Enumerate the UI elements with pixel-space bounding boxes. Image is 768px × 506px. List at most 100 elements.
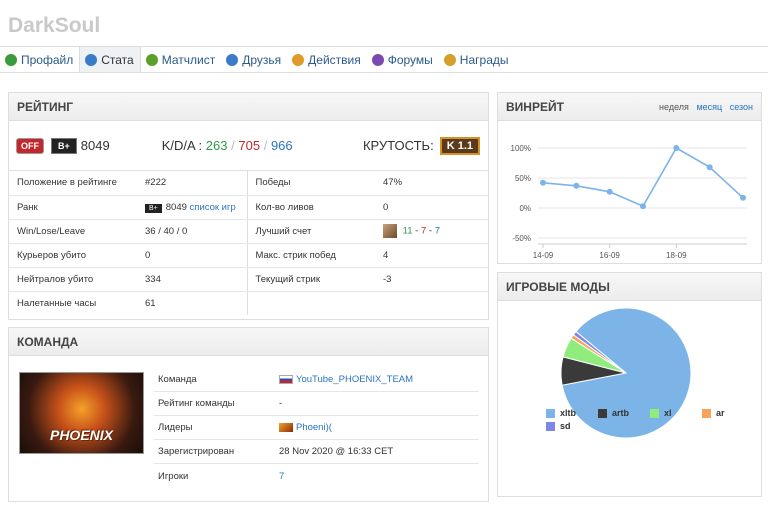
modes-title: ИГРОВЫЕ МОДЫ: [498, 273, 761, 301]
rating-table: Положение в рейтинге #222 Победы 47% Ран…: [9, 171, 488, 315]
winrate-point: [540, 179, 546, 186]
modes-panel: ИГРОВЫЕ МОДЫ xltb artb xl ar sd: [497, 272, 762, 497]
y-tick-label: 50%: [515, 174, 531, 183]
table-row: Ранк B+ 8049 список игр Кол-во ливов 0: [9, 195, 488, 220]
y-tick-label: 100%: [511, 144, 531, 153]
winrate-panel: ВИНРЕЙТ неделя месяц сезон 100% 50% 0% -50%…: [497, 92, 762, 264]
winrate-chart: 100% 50% 0% -50%14-09 16-09 18-09: [511, 144, 747, 260]
profile-icon: [5, 53, 17, 66]
winrate-point: [573, 182, 580, 189]
stat-value: 47%: [375, 171, 488, 196]
winrate-point: [673, 145, 680, 151]
team-logo-text: PHOENIX: [49, 427, 113, 443]
assists-value: 966: [270, 138, 293, 153]
stats-icon: [85, 53, 98, 66]
coolness: КРУТОСТЬ: K 1.1: [363, 136, 480, 155]
team-label: Зарегистрирован: [158, 446, 235, 457]
legend-item[interactable]: xltb: [546, 408, 598, 418]
stat-label: Текущий стрик: [247, 267, 375, 292]
legend-label: sd: [560, 421, 571, 431]
team-label: Лидеры: [158, 422, 193, 433]
x-tick-label: 16-09: [599, 251, 620, 260]
legend-label: xl: [664, 408, 672, 418]
kda-separator: /: [263, 138, 268, 153]
profile-nav: Профайл Стата Матчлист Друзья Действия Ф…: [0, 46, 768, 73]
tab-forums[interactable]: Форумы: [367, 47, 439, 72]
off-badge: OFF: [17, 138, 43, 153]
stat-value: 0: [137, 243, 248, 268]
tab-actions[interactable]: Действия: [287, 47, 367, 72]
stat-value: 0: [375, 195, 488, 220]
winrate-line: [542, 146, 744, 208]
winrate-title: ВИНРЕЙТ: [506, 99, 564, 114]
period-week[interactable]: неделя: [659, 102, 689, 112]
legend-item[interactable]: ar: [702, 408, 754, 418]
friends-icon: [226, 53, 239, 66]
tab-friends[interactable]: Друзья: [221, 47, 287, 72]
legend-item[interactable]: xl: [650, 408, 702, 418]
winrate-header: ВИНРЕЙТ неделя месяц сезон: [498, 93, 761, 121]
legend-item[interactable]: artb: [598, 408, 650, 418]
stat-label: Курьеров убито: [9, 243, 137, 268]
legend-swatch: [598, 408, 607, 418]
kda-separator: /: [231, 138, 235, 153]
tab-profile[interactable]: Профайл: [0, 47, 79, 72]
stat-label: Ранк: [9, 195, 137, 220]
best-score-kills: 11: [402, 225, 413, 237]
best-score-deaths: 7: [420, 225, 427, 237]
tab-stats[interactable]: Стата: [79, 47, 141, 72]
stat-label: [247, 291, 375, 315]
table-row: Положение в рейтинге #222 Победы 47%: [9, 171, 488, 196]
tab-awards[interactable]: Награды: [439, 47, 515, 72]
winrate-point: [640, 203, 646, 210]
team-info: Команда YouTube_PHOENIX_TEAM Рейтинг ком…: [154, 368, 479, 488]
table-row: Курьеров убито 0 Макс. стрик побед 4: [9, 243, 488, 268]
rank-number: 8049: [165, 201, 187, 213]
x-tick-label: 18-09: [666, 251, 687, 260]
legend-item[interactable]: sd: [546, 421, 598, 431]
rating-summary: OFF B+ 8049 K/D/A : 263 / 705 / 966 КРУТ…: [9, 121, 488, 171]
stat-label: Победы: [247, 171, 375, 196]
rating-title: РЕЙТИНГ: [9, 93, 488, 121]
rank-value: 8049: [80, 138, 110, 153]
team-name-link[interactable]: YouTube_PHOENIX_TEAM: [296, 374, 413, 385]
players-link[interactable]: 7: [279, 471, 284, 482]
legend-swatch: [546, 421, 555, 431]
page-title: DarkSoul: [8, 14, 101, 37]
avatar-icon: [279, 423, 293, 432]
modes-legend: xltb artb xl ar sd: [546, 408, 756, 434]
stat-value: B+ 8049 список игр: [137, 195, 248, 220]
forums-icon: [371, 53, 384, 66]
winrate-point: [706, 164, 713, 171]
team-title: КОМАНДА: [9, 328, 488, 356]
period-month[interactable]: месяц: [696, 102, 722, 112]
hero-icon: [383, 224, 397, 238]
leader-link[interactable]: Phoeni)(: [296, 422, 332, 433]
stat-value: -3: [375, 267, 488, 292]
deaths-value: 705: [238, 138, 261, 153]
legend-label: xltb: [560, 408, 577, 418]
stat-value: [375, 291, 488, 315]
legend-swatch: [650, 408, 659, 418]
legend-swatch: [546, 408, 555, 418]
stat-label: Win/Lose/Leave: [9, 219, 137, 244]
stat-label: Положение в рейтинге: [9, 171, 137, 196]
stat-value: 4: [375, 243, 488, 268]
tab-matchlist[interactable]: Матчлист: [141, 47, 222, 72]
stat-label: Налетанные часы: [17, 297, 97, 309]
best-score-assists: 7: [434, 225, 441, 237]
team-row-players: Игроки 7: [154, 464, 479, 488]
legend-label: artb: [612, 408, 630, 418]
period-season[interactable]: сезон: [730, 102, 753, 112]
team-value: -: [279, 398, 283, 409]
flag-icon: [279, 375, 293, 384]
coolness-badge: K 1.1: [439, 136, 480, 155]
stat-label: Лучший счет: [247, 219, 375, 244]
winrate-point: [740, 194, 746, 201]
rating-panel: РЕЙТИНГ OFF B+ 8049 K/D/A : 263 / 705 / …: [8, 92, 489, 320]
awards-icon: [443, 53, 456, 66]
stat-value: 61: [137, 291, 248, 315]
stat-value: 11 - 7 - 7: [375, 219, 488, 244]
kills-value: 263: [205, 138, 228, 153]
games-list-link[interactable]: список игр: [190, 202, 236, 213]
